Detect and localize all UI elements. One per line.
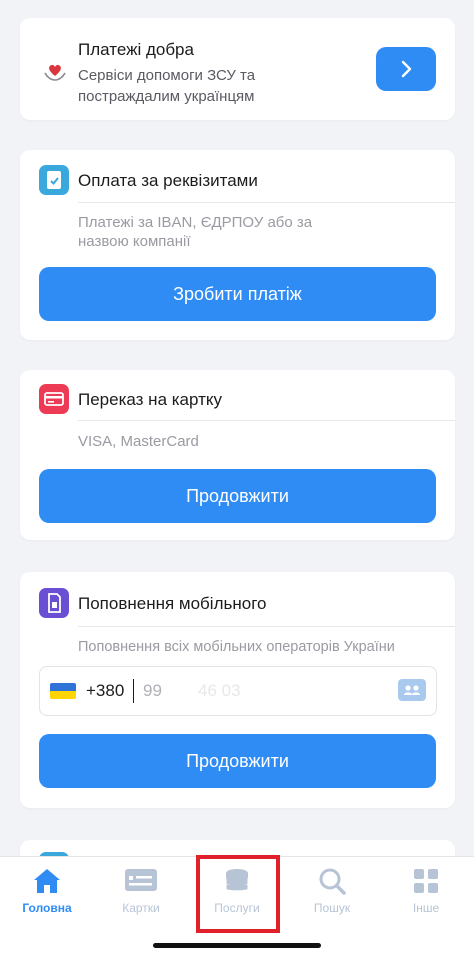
- donate-subtitle-1: Сервіси допомоги ЗСУ та: [78, 67, 256, 84]
- highlight-box: [196, 855, 280, 933]
- card-transfer-title: Переказ на картку: [78, 390, 223, 409]
- home-icon: [34, 869, 60, 893]
- input-separator: [133, 679, 134, 703]
- ukraine-flag-icon: [50, 683, 76, 699]
- requisites-title: Оплата за реквізитами: [78, 171, 258, 190]
- mobile-continue-button[interactable]: Продовжити: [39, 734, 436, 788]
- donate-title: Платежі добра: [78, 40, 194, 59]
- card-transfer-subtitle: VISA, MasterCard: [78, 433, 199, 450]
- credit-card-icon: [39, 384, 69, 414]
- grid-icon: [414, 869, 438, 893]
- sim-card-icon: [39, 588, 69, 618]
- card-transfer-continue-button[interactable]: Продовжити: [39, 469, 436, 523]
- tab-label: Картки: [122, 901, 160, 915]
- donate-subtitle-2: постраждалим українцям: [78, 88, 255, 105]
- country-code: +380: [86, 681, 125, 700]
- phone-value-blurred: 46 03: [198, 681, 241, 700]
- phone-value: 99: [143, 681, 162, 700]
- requisites-subtitle-2: назвою компанії: [78, 233, 191, 250]
- card-icon: [125, 869, 157, 891]
- tab-other[interactable]: Інше: [379, 857, 473, 927]
- requisites-card: Оплата за реквізитами Платежі за IBAN, Є…: [20, 150, 455, 340]
- requisites-subtitle-1: Платежі за IBAN, ЄДРПОУ або за: [78, 214, 313, 231]
- home-indicator: [153, 943, 321, 948]
- mobile-topup-card: Поповнення мобільного Поповнення всіх мо…: [20, 572, 455, 808]
- make-payment-button[interactable]: Зробити платіж: [39, 267, 436, 321]
- divider: [78, 420, 455, 421]
- chevron-right-icon: [401, 60, 412, 78]
- tab-home[interactable]: Головна: [0, 857, 94, 927]
- divider: [78, 202, 455, 203]
- mobile-title: Поповнення мобільного: [78, 594, 267, 613]
- search-icon: [319, 868, 346, 895]
- card-transfer-card: Переказ на картку VISA, MasterCard Продо…: [20, 370, 455, 540]
- tab-label: Інше: [412, 901, 440, 915]
- tab-bar: Головна Картки Послуги Пошук Інше: [0, 855, 474, 959]
- tab-cards[interactable]: Картки: [94, 857, 188, 927]
- heart-hands-icon: [40, 56, 70, 86]
- tab-search[interactable]: Пошук: [285, 857, 379, 927]
- tab-label: Головна: [22, 901, 72, 915]
- donate-arrow-button[interactable]: [376, 47, 436, 91]
- divider: [78, 626, 455, 627]
- donate-card[interactable]: Платежі добра Сервіси допомоги ЗСУ та по…: [20, 18, 455, 120]
- tab-label: Пошук: [313, 901, 351, 915]
- contacts-icon[interactable]: [398, 679, 426, 701]
- mobile-subtitle: Поповнення всіх мобільних операторів Укр…: [78, 639, 395, 655]
- document-check-icon: [39, 165, 69, 195]
- phone-input[interactable]: +380 99 46 03: [39, 666, 437, 716]
